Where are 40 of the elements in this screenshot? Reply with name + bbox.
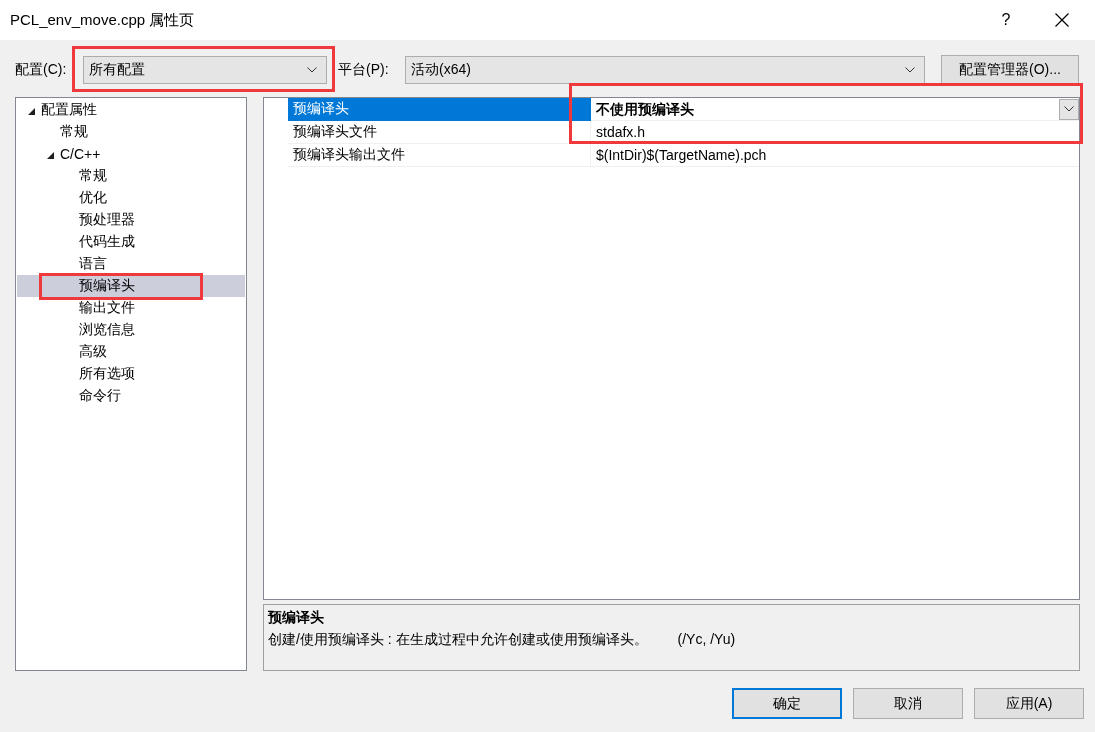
tree-item[interactable]: 优化 [17,187,245,209]
property-name-cell[interactable]: 预编译头输出文件 [288,144,591,167]
tree-item[interactable]: 命令行 [17,385,245,407]
tree-item[interactable]: 常规 [17,121,245,143]
chevron-down-icon [905,67,915,73]
compiler-switches: (/Yc, /Yu) [677,631,736,647]
description-title: 预编译头 [268,608,325,627]
tree-item[interactable]: 预处理器 [17,209,245,231]
chevron-down-icon [307,67,317,73]
chevron-down-icon [1064,106,1074,112]
manager-button[interactable]: 配置管理器(O)... [941,55,1079,85]
description-text: 创建/使用预编译头 : 在生成过程中允许创建或使用预编译头。 [268,631,648,647]
tree-item[interactable]: 所有选项 [17,363,245,385]
tree-item[interactable]: 高级 [17,341,245,363]
dialog-button[interactable]: 应用(A) [974,688,1084,719]
dialog-button[interactable]: 确定 [732,688,842,719]
dropdown-field[interactable]: 活动(x64) [405,56,925,84]
window-title: PCL_env_move.cpp 属性页 [10,10,196,30]
expanded-triangle-icon[interactable] [28,107,35,115]
tree-item[interactable]: 输出文件 [17,297,245,319]
property-value[interactable]: 不使用预编译头 [596,101,694,117]
dropdown-field[interactable]: 所有配置 [83,56,327,84]
tree-item[interactable]: 代码生成 [17,231,245,253]
field-label: 配置(C): [15,61,68,79]
close-icon[interactable] [1055,13,1069,27]
tree-item[interactable]: 预编译头 [17,275,245,297]
help-button[interactable]: ? [986,5,1026,35]
property-name-cell[interactable]: 预编译头文件 [288,121,591,144]
tree-item[interactable]: 语言 [17,253,245,275]
field-label: 平台(P): [338,61,390,79]
tree-item[interactable]: 常规 [17,165,245,187]
expanded-triangle-icon[interactable] [47,151,54,159]
tree-item[interactable]: 浏览信息 [17,319,245,341]
dropdown-button[interactable] [1059,98,1079,120]
property-name-cell[interactable]: 预编译头 [288,98,591,121]
tree-item[interactable]: C/C++ [17,143,245,165]
property-value[interactable]: $(IntDir)$(TargetName).pch [596,147,767,163]
tree-item[interactable]: 配置属性 [17,99,245,121]
property-value[interactable]: stdafx.h [596,124,646,140]
dialog-button[interactable]: 取消 [853,688,963,719]
